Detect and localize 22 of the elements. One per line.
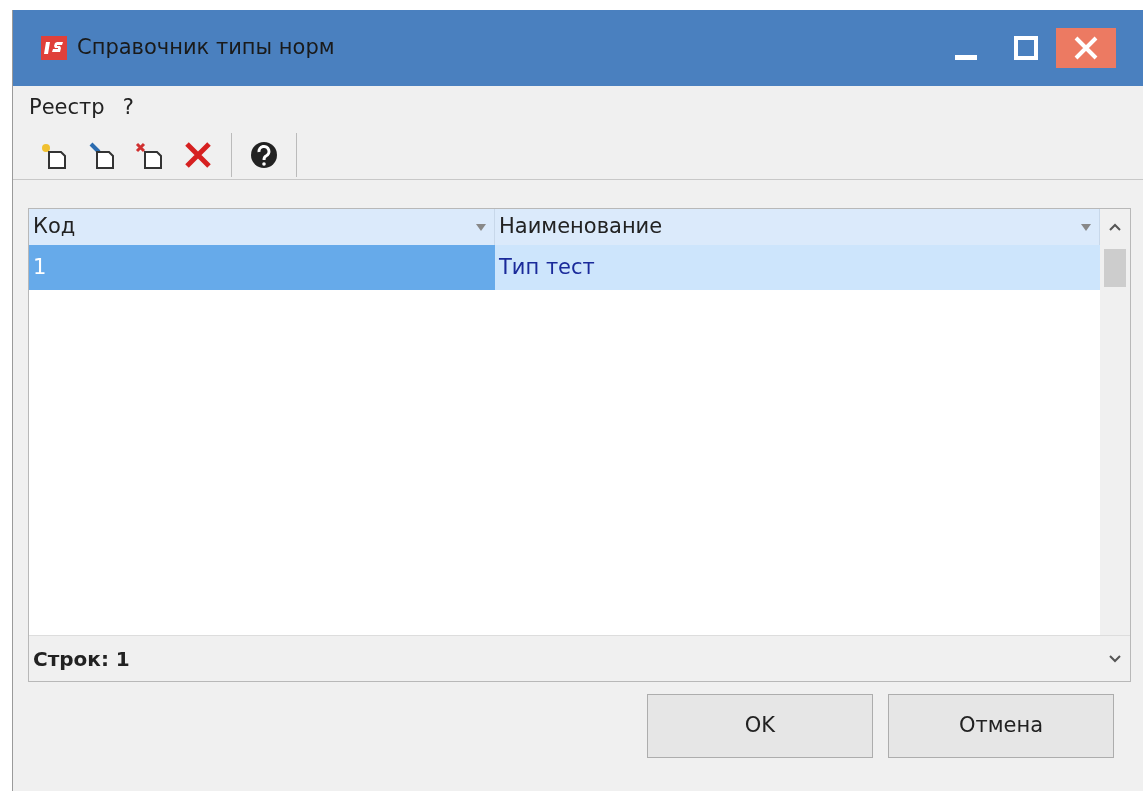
sort-caret-icon[interactable] bbox=[476, 223, 486, 231]
column-header[interactable]: Код bbox=[29, 209, 495, 245]
window-title: Справочник типы норм bbox=[77, 34, 335, 62]
menu-item[interactable]: ? bbox=[122, 92, 134, 124]
delete-icon[interactable] bbox=[183, 139, 213, 170]
scroll-up-icon[interactable] bbox=[1109, 223, 1121, 231]
cancel-button[interactable]: Отмена bbox=[888, 694, 1114, 758]
ok-button[interactable]: OK bbox=[647, 694, 873, 758]
table-row[interactable]: 1 Тип тест bbox=[29, 245, 1100, 290]
help-icon[interactable] bbox=[250, 140, 278, 169]
sort-caret-icon[interactable] bbox=[1081, 223, 1091, 231]
scroll-thumb[interactable] bbox=[1104, 249, 1126, 287]
menu-item[interactable]: Реестр bbox=[29, 92, 105, 124]
table-cell: 1 bbox=[29, 245, 495, 290]
scrollbar[interactable] bbox=[1100, 209, 1130, 635]
row-count: Строк: 1 bbox=[32, 645, 131, 673]
close-icon[interactable] bbox=[1073, 35, 1099, 61]
app-logo-icon bbox=[41, 36, 67, 60]
scroll-down-icon[interactable] bbox=[1109, 654, 1121, 663]
column-header[interactable]: Наименование bbox=[495, 209, 1100, 245]
close-button[interactable] bbox=[1056, 28, 1116, 68]
table-cell: Тип тест bbox=[495, 245, 1100, 290]
